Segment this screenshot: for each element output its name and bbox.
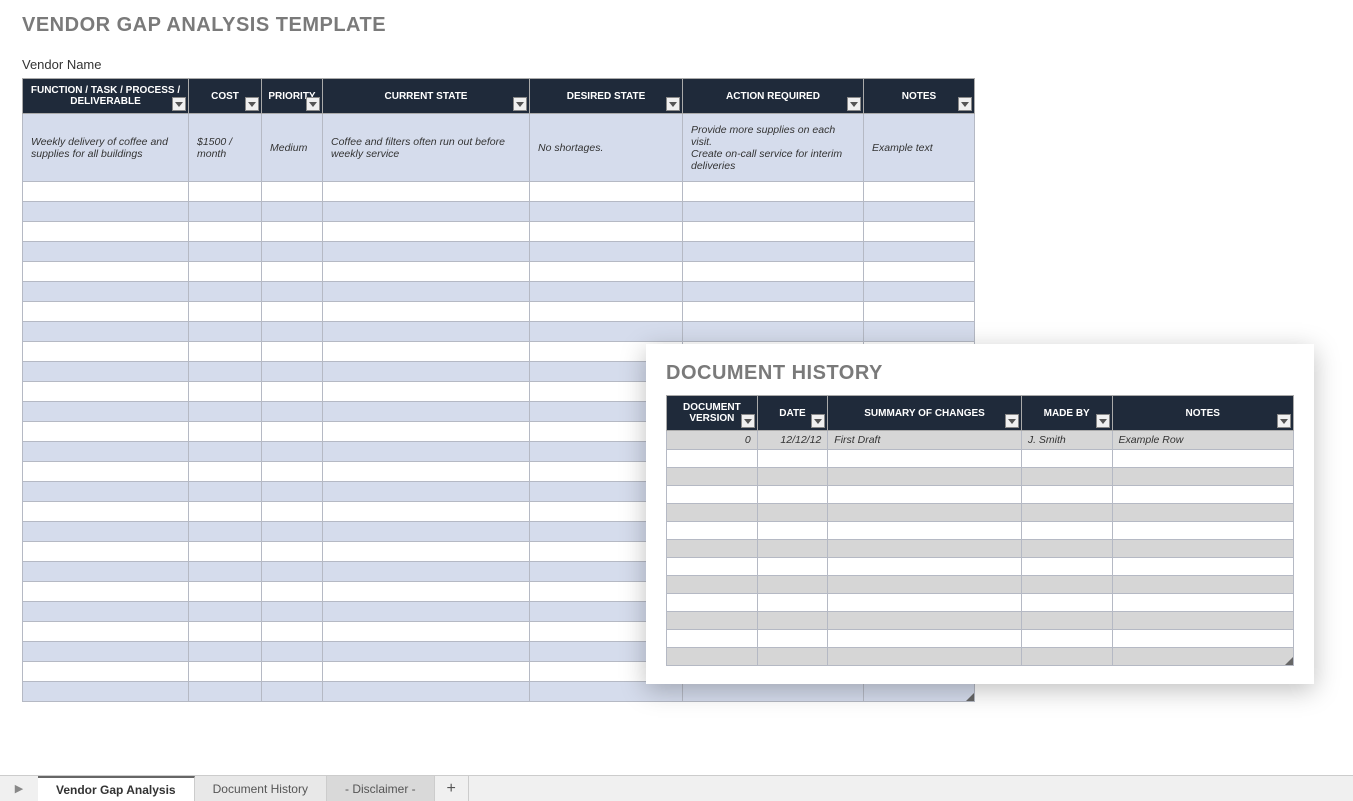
resize-handle-icon[interactable]: [1285, 657, 1293, 665]
table-row[interactable]: [667, 576, 1294, 594]
col-header-cost[interactable]: COST: [189, 79, 262, 114]
filter-icon[interactable]: [1277, 414, 1291, 428]
cell-function[interactable]: Weekly delivery of coffee and supplies f…: [23, 114, 189, 182]
table-row[interactable]: Weekly delivery of coffee and supplies f…: [23, 114, 975, 182]
cell-cost[interactable]: $1500 / month: [189, 114, 262, 182]
col-header-function[interactable]: FUNCTION / TASK / PROCESS / DELIVERABLE: [23, 79, 189, 114]
table-row[interactable]: [667, 594, 1294, 612]
document-history-panel: DOCUMENT HISTORY DOCUMENT VERSION DATE S…: [646, 344, 1314, 684]
table-row[interactable]: [667, 450, 1294, 468]
col-header-hnotes[interactable]: NOTES: [1112, 396, 1293, 431]
table-row[interactable]: [23, 682, 975, 702]
cell-date[interactable]: 12/12/12: [757, 431, 828, 450]
table-row[interactable]: [23, 182, 975, 202]
table-row[interactable]: 0 12/12/12 First Draft J. Smith Example …: [667, 431, 1294, 450]
table-row[interactable]: [667, 558, 1294, 576]
cell-desired[interactable]: No shortages.: [530, 114, 683, 182]
col-header-notes[interactable]: NOTES: [864, 79, 975, 114]
filter-icon[interactable]: [1005, 414, 1019, 428]
table-row[interactable]: [23, 262, 975, 282]
filter-icon[interactable]: [811, 414, 825, 428]
table-row[interactable]: [23, 322, 975, 342]
table-row[interactable]: [667, 522, 1294, 540]
table-row[interactable]: [667, 630, 1294, 648]
cell-current[interactable]: Coffee and filters often run out before …: [323, 114, 530, 182]
filter-icon[interactable]: [666, 97, 680, 111]
tab-vendor-gap-analysis[interactable]: Vendor Gap Analysis: [38, 776, 195, 801]
col-header-summary[interactable]: SUMMARY OF CHANGES: [828, 396, 1022, 431]
col-header-current[interactable]: CURRENT STATE: [323, 79, 530, 114]
cell-version[interactable]: 0: [667, 431, 758, 450]
cell-summary[interactable]: First Draft: [828, 431, 1022, 450]
filter-icon[interactable]: [245, 97, 259, 111]
table-row[interactable]: [23, 282, 975, 302]
col-header-date[interactable]: DATE: [757, 396, 828, 431]
col-header-action[interactable]: ACTION REQUIRED: [683, 79, 864, 114]
col-header-madeby[interactable]: MADE BY: [1021, 396, 1112, 431]
tab-document-history[interactable]: Document History: [195, 776, 327, 801]
filter-icon[interactable]: [1096, 414, 1110, 428]
filter-icon[interactable]: [172, 97, 186, 111]
filter-icon[interactable]: [306, 97, 320, 111]
col-header-priority[interactable]: PRIORITY: [262, 79, 323, 114]
sheet-tab-strip: ▶ Vendor Gap Analysis Document History -…: [0, 775, 1353, 801]
col-header-version[interactable]: DOCUMENT VERSION: [667, 396, 758, 431]
table-row[interactable]: [23, 202, 975, 222]
cell-action[interactable]: Provide more supplies on each visit. Cre…: [683, 114, 864, 182]
cell-madeby[interactable]: J. Smith: [1021, 431, 1112, 450]
cell-priority[interactable]: Medium: [262, 114, 323, 182]
cell-notes[interactable]: Example text: [864, 114, 975, 182]
table-row[interactable]: [667, 504, 1294, 522]
table-row[interactable]: [667, 468, 1294, 486]
col-header-desired[interactable]: DESIRED STATE: [530, 79, 683, 114]
cell-hnotes[interactable]: Example Row: [1112, 431, 1293, 450]
table-row[interactable]: [23, 222, 975, 242]
table-row[interactable]: [23, 302, 975, 322]
filter-icon[interactable]: [513, 97, 527, 111]
vendor-name-label: Vendor Name: [0, 37, 1353, 78]
add-sheet-button[interactable]: +: [435, 776, 469, 801]
tab-nav-icon[interactable]: ▶: [0, 776, 38, 801]
table-row[interactable]: [23, 242, 975, 262]
document-history-title: DOCUMENT HISTORY: [666, 362, 1294, 385]
table-row[interactable]: [667, 612, 1294, 630]
filter-icon[interactable]: [741, 414, 755, 428]
tab-disclaimer[interactable]: - Disclaimer -: [327, 776, 435, 801]
page-title: VENDOR GAP ANALYSIS TEMPLATE: [0, 0, 1353, 37]
table-row[interactable]: [667, 540, 1294, 558]
filter-icon[interactable]: [958, 97, 972, 111]
table-row[interactable]: [667, 486, 1294, 504]
resize-handle-icon[interactable]: [966, 693, 974, 701]
document-history-table: DOCUMENT VERSION DATE SUMMARY OF CHANGES…: [666, 395, 1294, 666]
table-row[interactable]: [667, 648, 1294, 666]
filter-icon[interactable]: [847, 97, 861, 111]
